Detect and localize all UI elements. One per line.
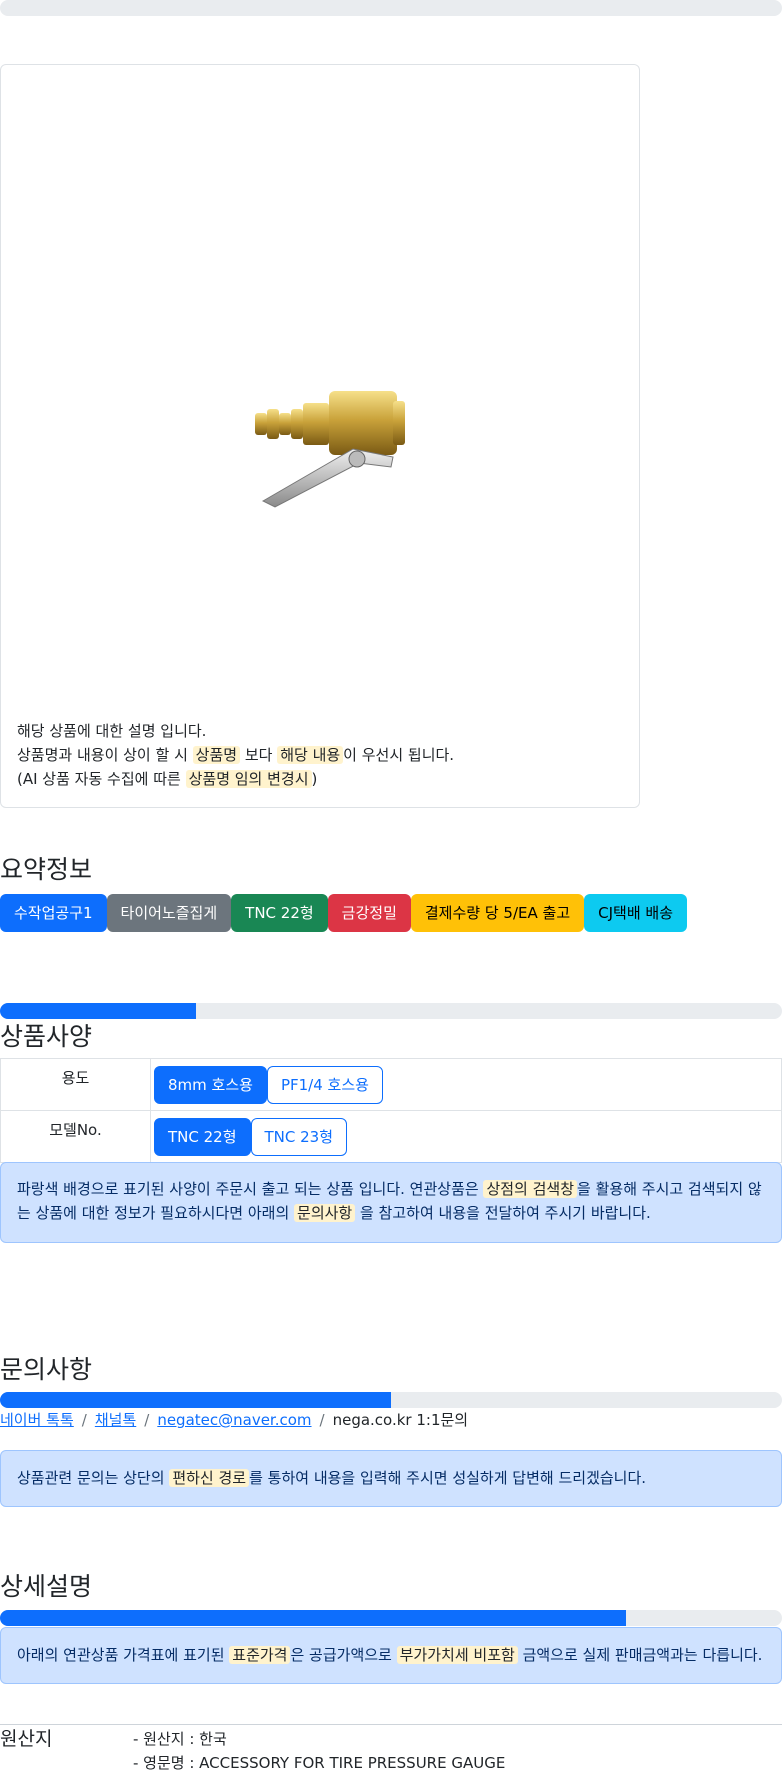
badge-shipping[interactable]: CJ택배 배송 [584, 894, 687, 932]
highlight: 상점의 검색창 [483, 1180, 578, 1198]
badge-category[interactable]: 타이어노즐집게 [106, 894, 232, 932]
notice-text: 파랑색 배경으로 표기된 사양이 주문시 출고 되는 상품 입니다. 연관상품은 [17, 1180, 484, 1198]
notice-text: 아래의 연관상품 가격표에 표기된 [17, 1646, 230, 1664]
separator: / [319, 1411, 325, 1429]
inquiry-progress-fill [0, 1392, 391, 1408]
highlight: 문의사항 [294, 1204, 356, 1222]
notice-text: 상품관련 문의는 상단의 [17, 1469, 170, 1487]
spec-options: 8mm 호스용 PF1/4 호스용 [150, 1058, 782, 1111]
detail-title: 상세설명 [0, 1572, 93, 1601]
channel-talk-link[interactable]: 채널톡 [95, 1411, 136, 1429]
spec-notice: 파랑색 배경으로 표기된 사양이 주문시 출고 되는 상품 입니다. 연관상품은… [0, 1162, 782, 1243]
spec-progress-bar [0, 1003, 782, 1019]
desc-text: 상품명과 내용이 상이 할 시 [17, 746, 193, 764]
detail-notice: 아래의 연관상품 가격표에 표기된 표준가격 은 공급가액으로 부가가치세 비포함… [0, 1627, 782, 1684]
table-row: 모델No. TNC 22형 TNC 23형 [0, 1110, 782, 1163]
spec-label: 모델No. [0, 1110, 151, 1163]
desc-text: (AI 상품 자동 수집에 따른 [17, 770, 186, 788]
spec-options: TNC 22형 TNC 23형 [150, 1110, 782, 1163]
separator: / [81, 1411, 87, 1429]
option-pf14-hose[interactable]: PF1/4 호스용 [266, 1065, 383, 1104]
badge-quantity[interactable]: 결제수량 당 5/EA 출고 [410, 894, 585, 932]
option-tnc23[interactable]: TNC 23형 [250, 1117, 348, 1156]
product-image [255, 391, 405, 508]
separator: / [144, 1411, 150, 1429]
detail-progress-fill [0, 1610, 626, 1626]
highlight: 표준가격 [229, 1646, 291, 1664]
desc-line: 해당 상품에 대한 설명 입니다. [17, 722, 207, 740]
inquiry-progress-bar [0, 1392, 782, 1408]
notice-text: 은 공급가액으로 [290, 1646, 397, 1664]
inquiry-links: 네이버 톡톡 / 채널톡 / negatec@naver.com / nega.co.kr … [0, 1408, 468, 1432]
desc-line: (AI 상품 자동 수집에 따른 상품명 임의 변경시) [17, 767, 454, 791]
spec-table: 용도 8mm 호스용 PF1/4 호스용 모델No. TNC 22형 TNC 23형 [0, 1058, 782, 1163]
spec-label: 용도 [0, 1058, 151, 1111]
table-row: 용도 8mm 호스용 PF1/4 호스용 [0, 1058, 782, 1111]
notice-text: 를 통하여 내용을 입력해 주시면 성실하게 답변해 드리겠습니다. [249, 1469, 647, 1487]
inquiry-notice: 상품관련 문의는 상단의 편하신 경로 를 통하여 내용을 입력해 주시면 성실하… [0, 1450, 782, 1507]
desc-text: 이 우선시 됩니다. [343, 746, 455, 764]
summary-title: 요약정보 [0, 855, 93, 884]
origin-label: 원산지 [0, 1728, 53, 1750]
origin-list: - 원산지 : 한국 - 영문명 : ACCESSORY FOR TIRE PR… [133, 1727, 505, 1775]
highlight: 편하신 경로 [169, 1469, 250, 1487]
highlight: 상품명 임의 변경시 [185, 770, 312, 788]
highlight: 상품명 [192, 746, 241, 764]
top-progress-bar [0, 0, 782, 16]
spec-title: 상품사양 [0, 1022, 93, 1051]
notice-text: 금액으로 실제 판매금액과는 다릅니다. [517, 1646, 763, 1664]
badge-model[interactable]: TNC 22형 [231, 894, 328, 932]
badge-tool[interactable]: 수작업공구1 [0, 894, 107, 932]
list-item: - 영문명 : ACCESSORY FOR TIRE PRESSURE GAUG… [133, 1754, 506, 1772]
desc-line: 상품명과 내용이 상이 할 시 상품명 보다 해당 내용 이 우선시 됩니다. [17, 743, 454, 767]
origin-section: 원산지 - 원산지 : 한국 - 영문명 : ACCESSORY FOR TIR… [0, 1724, 782, 1772]
one-to-one-inquiry: nega.co.kr 1:1문의 [332, 1411, 469, 1429]
inquiry-title: 문의사항 [0, 1355, 93, 1384]
option-8mm-hose[interactable]: 8mm 호스용 [154, 1065, 267, 1104]
summary-badges: 수작업공구1 타이어노즐집게 TNC 22형 금강정밀 결제수량 당 5/EA … [0, 894, 687, 932]
detail-progress-bar [0, 1610, 782, 1626]
desc-text: 보다 [240, 746, 278, 764]
highlight: 해당 내용 [277, 746, 344, 764]
desc-text: ) [311, 770, 318, 788]
list-item: - 원산지 : 한국 [133, 1730, 227, 1748]
option-tnc22[interactable]: TNC 22형 [154, 1117, 251, 1156]
badge-maker[interactable]: 금강정밀 [327, 894, 411, 932]
notice-text: 을 참고하여 내용을 전달하여 주시기 바랍니다. [355, 1204, 651, 1222]
product-description: 해당 상품에 대한 설명 입니다. 상품명과 내용이 상이 할 시 상품명 보다… [17, 719, 454, 791]
product-card: 해당 상품에 대한 설명 입니다. 상품명과 내용이 상이 할 시 상품명 보다… [0, 64, 640, 808]
highlight: 부가가치세 비포함 [396, 1646, 518, 1664]
email-link[interactable]: negatec@naver.com [157, 1411, 311, 1429]
naver-talk-link[interactable]: 네이버 톡톡 [0, 1411, 74, 1429]
